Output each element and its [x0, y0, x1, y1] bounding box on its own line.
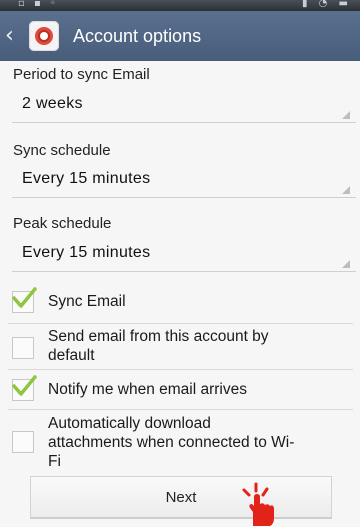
check-icon: [12, 287, 37, 308]
sync-email-label: Sync Email: [48, 293, 126, 310]
sync-schedule-value: Every 15 minutes: [22, 170, 151, 187]
sync-period-label: Period to sync Email: [13, 66, 150, 83]
send-default-label: Send email from this account by default: [48, 327, 269, 365]
email-app-icon-center: [40, 32, 48, 40]
tap-hand-icon: [242, 482, 274, 526]
sync-email-checkbox[interactable]: [12, 287, 37, 313]
email-app-icon[interactable]: [29, 21, 59, 51]
send-default-label-line1: Send email from this account by: [48, 328, 269, 345]
spinner-corner-icon: [342, 260, 350, 268]
auto-download-checkbox[interactable]: [12, 431, 34, 453]
notification-icons: ▫ ▪ ◦: [18, 0, 59, 9]
auto-download-label-line1: Automatically download: [48, 415, 211, 432]
peak-schedule-spinner[interactable]: Every 15 minutes: [12, 237, 356, 272]
auto-download-label-line3: Fi: [48, 453, 61, 470]
auto-download-option[interactable]: Automatically download attachments when …: [0, 410, 360, 470]
send-default-option[interactable]: Send email from this account by default: [0, 324, 360, 368]
peak-schedule-label: Peak schedule: [13, 215, 112, 232]
auto-download-label-line2: attachments when connected to Wi-: [48, 434, 295, 451]
peak-schedule-value: Every 15 minutes: [22, 244, 151, 261]
spinner-corner-icon: [342, 111, 350, 119]
auto-download-label: Automatically download attachments when …: [48, 414, 294, 471]
sync-schedule-spinner[interactable]: Every 15 minutes: [12, 163, 356, 198]
notify-label: Notify me when email arrives: [48, 381, 247, 398]
spinner-corner-icon: [342, 186, 350, 194]
sync-email-option[interactable]: Sync Email: [0, 281, 360, 323]
sync-period-value: 2 weeks: [22, 95, 83, 112]
status-icons: ▮ ◔ ▬: [301, 0, 352, 9]
action-bar: ‹ Account options: [0, 11, 360, 61]
send-default-checkbox[interactable]: [12, 337, 34, 359]
status-bar: ▫ ▪ ◦ ▮ ◔ ▬: [0, 0, 360, 11]
notify-checkbox[interactable]: [12, 375, 37, 401]
next-button[interactable]: Next: [30, 476, 332, 519]
check-icon: [12, 375, 37, 396]
sync-schedule-label: Sync schedule: [13, 142, 111, 159]
chevron-left-icon[interactable]: ‹: [5, 25, 19, 47]
notify-option[interactable]: Notify me when email arrives: [0, 370, 360, 410]
sync-period-spinner[interactable]: 2 weeks: [12, 88, 356, 123]
page-title: Account options: [73, 25, 202, 46]
send-default-label-line2: default: [48, 347, 95, 364]
email-app-icon-ring: [35, 27, 53, 45]
